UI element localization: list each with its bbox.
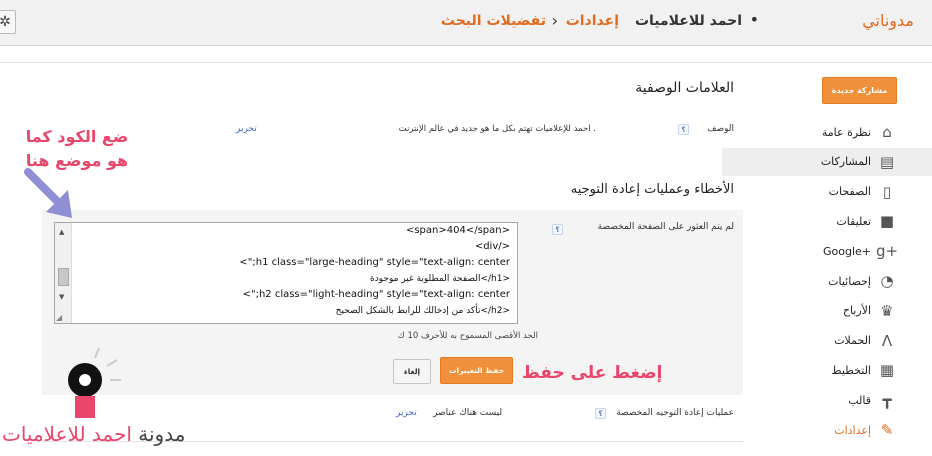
home-icon: ⌂	[882, 123, 892, 141]
brand-prefix: مدونة	[138, 422, 186, 446]
max-chars-hint: الحد الأقصى المسموح به للأحرف 10 ك	[397, 331, 538, 341]
sidebar-item-label: الحملات	[834, 334, 871, 348]
description-help-icon[interactable]: ؟	[678, 124, 689, 135]
breadcrumb-blog[interactable]: احمد للاعلاميات	[635, 13, 742, 29]
ads-icon: Λ	[881, 331, 893, 350]
custom-404-label: لم يتم العثور على الصفحة المخصصة	[597, 222, 734, 232]
sidebar-item-pie-chart[interactable]: إحصائيات ◔	[722, 267, 932, 295]
header-divider	[0, 62, 932, 63]
custom-404-help-icon[interactable]: ؟	[552, 224, 563, 235]
scroll-up-icon[interactable]: ▲	[59, 228, 64, 236]
sidebar-item-layout[interactable]: التخطيط ▦	[722, 356, 932, 384]
document-icon: ▤	[879, 152, 895, 171]
code-line: <";h2 class="light-heading" style="text-…	[242, 289, 510, 300]
layout-icon: ▦	[879, 361, 895, 380]
custom-redirects-label: عمليات إعادة التوجيه المخصصة	[616, 408, 734, 418]
wrench-icon: ✎	[880, 421, 894, 439]
code-line: تأكد من إدخالك للرابط بالشكل الصحيح</h2>	[335, 306, 510, 316]
code-content: <span>404</span> <div/> <";h1 class="lar…	[239, 223, 510, 319]
pie-chart-icon: ◔	[880, 272, 894, 290]
breadcrumb-search-preferences: تفضيلات البحث	[440, 13, 546, 29]
redirects-help-icon[interactable]: ؟	[595, 408, 606, 419]
sidebar-item-page[interactable]: الصفحات ▯	[722, 178, 932, 206]
google-plus-icon: g+	[875, 242, 899, 261]
breadcrumb-settings[interactable]: إعدادات	[566, 13, 619, 29]
description-label: الوصف	[707, 124, 734, 134]
sidebar-item-trophy[interactable]: الأرباح ♛	[722, 297, 932, 325]
textarea-scrollbar[interactable]: ▲ ▼	[55, 223, 72, 323]
blog-name-link[interactable]: مدوناتي	[862, 11, 914, 30]
code-line: الصفحة المطلوبة غير موجودة</h1>	[370, 274, 510, 284]
breadcrumb-dot: •	[749, 10, 759, 29]
sidebar-item-google-plus[interactable]: Google+ g+	[722, 237, 932, 265]
errors-redirects-title: الأخطاء وعمليات إعادة التوجيه	[570, 182, 734, 197]
resize-grip-icon[interactable]: ◢	[56, 313, 62, 322]
sidebar-item-label: المشاركات	[820, 155, 871, 169]
paint-roller-icon: ┳	[882, 391, 892, 410]
logo-icon	[68, 347, 121, 418]
new-post-button[interactable]: مشاركة جديدة	[822, 77, 897, 104]
sidebar-item-label: الأرباح	[842, 304, 871, 318]
arrow-icon	[24, 168, 72, 218]
scroll-thumb[interactable]	[58, 268, 69, 286]
custom-404-textarea[interactable]: ▲ ▼ ◢ <span>404</span> <div/> <";h1 clas…	[54, 222, 518, 324]
sidebar-item-wrench[interactable]: إعدادات ✎	[722, 416, 932, 444]
brand-watermark: مدونة احمد للاعلاميات	[2, 422, 185, 446]
code-line: <span>404</span>	[405, 225, 510, 236]
sidebar-item-label: التخطيط	[831, 363, 871, 377]
sidebar-item-label: نظرة عامة	[821, 125, 871, 139]
sidebar-item-paint-roller[interactable]: قالب ┳	[722, 386, 932, 414]
gear-button[interactable]: ✲	[0, 10, 16, 34]
redirects-value: ليست هناك عناصر	[433, 408, 503, 418]
sidebar-item-home[interactable]: نظرة عامة ⌂	[722, 118, 932, 146]
sidebar-item-label: قالب	[848, 393, 871, 407]
gear-icon: ✲	[0, 14, 11, 30]
comment-icon: ■	[879, 212, 895, 231]
code-line: <";h1 class="large-heading" style="text-…	[239, 257, 510, 268]
description-value: احمد للإعلاميات تهتم بكل ما هو جديد في ع…	[398, 124, 596, 134]
sidebar-item-comment[interactable]: تعليقات ■	[722, 207, 932, 235]
save-changes-button[interactable]: حفظ التغييرات	[440, 357, 513, 384]
redirects-edit-link[interactable]: تحرير	[396, 408, 417, 418]
breadcrumb-separator: ›	[551, 11, 558, 30]
page-icon: ▯	[882, 182, 892, 201]
sidebar-item-label: Google+	[822, 244, 871, 258]
brand-highlight: احمد للاعلاميات	[2, 422, 132, 446]
sidebar-item-label: الصفحات	[828, 185, 871, 199]
code-line: <div/>	[474, 241, 510, 252]
description-edit-link[interactable]: تحرير	[236, 124, 257, 134]
annotation-save-hint: إضغط على حفظ	[522, 363, 663, 383]
scroll-down-icon[interactable]: ▼	[59, 293, 64, 301]
trophy-icon: ♛	[880, 301, 894, 320]
sidebar-item-label: إحصائيات	[828, 274, 871, 288]
sidebar-item-document[interactable]: المشاركات ▤	[722, 147, 932, 176]
cancel-button[interactable]: إلغاء	[393, 359, 431, 384]
sidebar-item-label: إعدادات	[834, 423, 871, 437]
sidebar-item-ads[interactable]: الحملات Λ	[722, 327, 932, 355]
sidebar-item-label: تعليقات	[836, 214, 871, 228]
meta-tags-title: العلامات الوصفية	[635, 80, 734, 96]
